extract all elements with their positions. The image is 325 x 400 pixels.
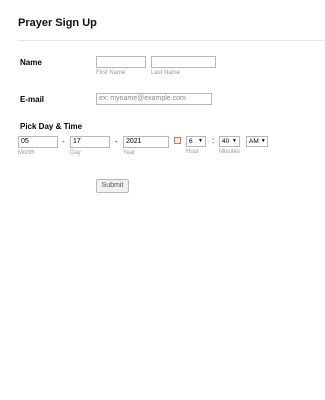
ampm-value: AM [249, 138, 259, 145]
hour-sublabel: Hour [186, 149, 200, 155]
chevron-down-icon: ▼ [260, 138, 266, 144]
hour-value: 6 [189, 138, 193, 145]
email-label: E-mail [20, 95, 45, 104]
ampm-select[interactable]: AM ▼ [246, 136, 268, 147]
date-separator: - [115, 137, 118, 146]
month-input[interactable]: 05 [18, 136, 58, 148]
last-name-input[interactable] [151, 56, 216, 68]
day-sublabel: Day [70, 150, 81, 156]
chevron-down-icon: ▼ [232, 138, 237, 144]
month-sublabel: Month [18, 150, 35, 156]
first-name-input[interactable] [96, 56, 146, 68]
calendar-icon[interactable] [174, 137, 181, 144]
year-input[interactable]: 2021 [123, 136, 169, 148]
first-name-sublabel: First Name [96, 70, 126, 76]
minutes-select[interactable]: 40 ▼ [219, 136, 240, 147]
minutes-value: 40 [222, 138, 230, 145]
form-title: Prayer Sign Up [18, 17, 97, 29]
last-name-sublabel: Last Name [151, 70, 181, 76]
name-label: Name [20, 58, 42, 67]
email-input[interactable]: ex: myname@example.com [96, 93, 212, 105]
hour-select[interactable]: 6 ▼ [186, 136, 206, 147]
minutes-sublabel: Minutes [219, 149, 241, 155]
chevron-down-icon: ▼ [198, 138, 203, 144]
date-separator: - [62, 137, 65, 146]
title-divider [18, 40, 325, 41]
submit-button[interactable]: Submit [96, 179, 129, 193]
pick-day-time-label: Pick Day & Time [20, 122, 83, 131]
time-separator: : [212, 136, 215, 145]
year-sublabel: Year [123, 150, 136, 156]
day-input[interactable]: 17 [70, 136, 110, 148]
